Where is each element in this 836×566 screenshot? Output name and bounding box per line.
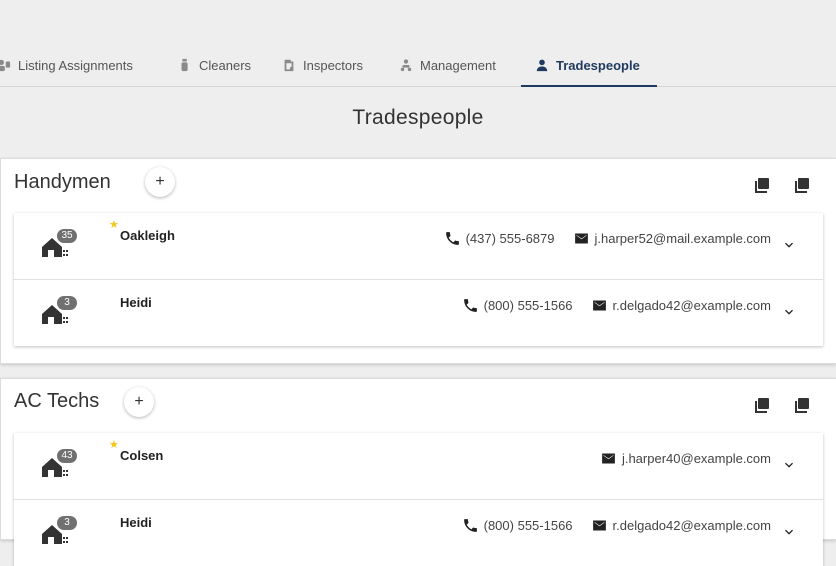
add-ac-tech-button[interactable]: + xyxy=(124,387,154,417)
chevron-down-icon xyxy=(785,309,793,315)
tab-label: Inspectors xyxy=(303,57,363,73)
contact-info: (800) 555-1566 r.delgado42@example.com xyxy=(462,297,771,314)
group-title: AC Techs xyxy=(14,390,100,412)
email-contact[interactable]: j.harper52@mail.example.com xyxy=(573,230,772,247)
copy-emails-button[interactable] xyxy=(792,395,812,415)
tab-tradespeople[interactable]: Tradespeople xyxy=(535,44,640,86)
email-icon xyxy=(592,300,606,311)
list-item[interactable]: 3 Heidi (800) 555-1566 r.delgado42@examp… xyxy=(14,500,823,566)
listing-count-badge: 43 xyxy=(57,449,77,463)
tradesperson-name: Heidi xyxy=(120,295,152,310)
copy-icon xyxy=(795,178,809,193)
email-address: r.delgado42@example.com xyxy=(612,518,771,533)
contact-info: (437) 555-6879 j.harper52@mail.example.c… xyxy=(444,230,771,247)
contact-info: (800) 555-1566 r.delgado42@example.com xyxy=(462,517,771,534)
tab-inspectors[interactable]: Inspectors xyxy=(282,44,363,86)
tab-bar: Listing Assignments Cleaners Inspectors … xyxy=(0,44,836,87)
email-contact[interactable]: r.delgado42@example.com xyxy=(591,297,771,314)
assignment-people-icon xyxy=(0,59,11,72)
tab-management[interactable]: Management xyxy=(399,44,496,86)
chevron-down-icon xyxy=(785,462,793,468)
tab-label: Tradespeople xyxy=(556,57,640,73)
tradesperson-name: Colsen xyxy=(120,448,164,463)
email-contact[interactable]: j.harper40@example.com xyxy=(600,450,771,467)
expand-button[interactable] xyxy=(781,524,797,540)
email-address: j.harper52@mail.example.com xyxy=(594,231,772,246)
listing-count-badge: 3 xyxy=(57,516,77,530)
email-contact[interactable]: r.delgado42@example.com xyxy=(591,517,771,534)
ac-techs-list: 43 ★ Colsen j.harper40@example.com 3 Hei… xyxy=(14,433,823,566)
copy-phones-button[interactable] xyxy=(752,395,772,415)
expand-button[interactable] xyxy=(781,457,797,473)
phone-icon xyxy=(463,299,477,312)
phone-number: (800) 555-1566 xyxy=(483,298,573,313)
tab-label: Listing Assignments xyxy=(18,57,133,73)
phone-contact[interactable]: (437) 555-6879 xyxy=(444,230,555,247)
group-title: Handymen xyxy=(14,171,111,193)
star-icon: ★ xyxy=(109,439,119,451)
handymen-list: 35 ★ Oakleigh (437) 555-6879 j.harper52@… xyxy=(14,213,823,346)
active-tab-indicator xyxy=(521,85,657,87)
chevron-down-icon xyxy=(785,529,793,535)
tab-listing-assignments[interactable]: Listing Assignments xyxy=(0,44,133,86)
copy-icon xyxy=(755,398,769,413)
spray-bottle-icon xyxy=(181,58,188,72)
phone-icon xyxy=(445,232,459,245)
list-item[interactable]: 35 ★ Oakleigh (437) 555-6879 j.harper52@… xyxy=(14,213,823,280)
copy-icon xyxy=(755,178,769,193)
tradesperson-name: Oakleigh xyxy=(120,228,175,243)
phone-contact[interactable]: (800) 555-1566 xyxy=(462,517,573,534)
copy-icon xyxy=(795,398,809,413)
copy-emails-button[interactable] xyxy=(792,175,812,195)
page-title: Tradespeople xyxy=(352,106,484,129)
list-item[interactable]: 43 ★ Colsen j.harper40@example.com xyxy=(14,433,823,500)
expand-button[interactable] xyxy=(781,237,797,253)
copy-phones-button[interactable] xyxy=(752,175,772,195)
email-address: r.delgado42@example.com xyxy=(612,298,771,313)
tab-label: Management xyxy=(420,57,496,73)
clipboard-search-icon xyxy=(284,59,294,72)
star-icon: ★ xyxy=(109,219,119,231)
phone-icon xyxy=(463,519,477,532)
person-icon xyxy=(536,59,548,72)
add-handyman-button[interactable]: + xyxy=(145,167,175,197)
tab-cleaners[interactable]: Cleaners xyxy=(178,44,251,86)
phone-number: (800) 555-1566 xyxy=(483,518,573,533)
listing-count-badge: 3 xyxy=(57,296,77,310)
group-handymen: Handymen + 35 ★ Oakleigh (437) 555-6879 … xyxy=(0,158,836,364)
email-icon xyxy=(574,233,588,244)
email-icon xyxy=(592,520,606,531)
management-people-icon xyxy=(400,59,412,72)
contact-info: j.harper40@example.com xyxy=(600,450,771,467)
email-icon xyxy=(602,453,615,464)
listing-count-badge: 35 xyxy=(57,229,77,243)
email-address: j.harper40@example.com xyxy=(621,451,771,466)
list-item[interactable]: 3 Heidi (800) 555-1566 r.delgado42@examp… xyxy=(14,280,823,346)
expand-button[interactable] xyxy=(781,304,797,320)
phone-number: (437) 555-6879 xyxy=(465,231,555,246)
phone-contact[interactable]: (800) 555-1566 xyxy=(462,297,573,314)
group-ac-techs: AC Techs + 43 ★ Colsen j.harper40@exampl… xyxy=(0,378,836,566)
chevron-down-icon xyxy=(785,242,793,248)
tab-label: Cleaners xyxy=(199,57,252,73)
